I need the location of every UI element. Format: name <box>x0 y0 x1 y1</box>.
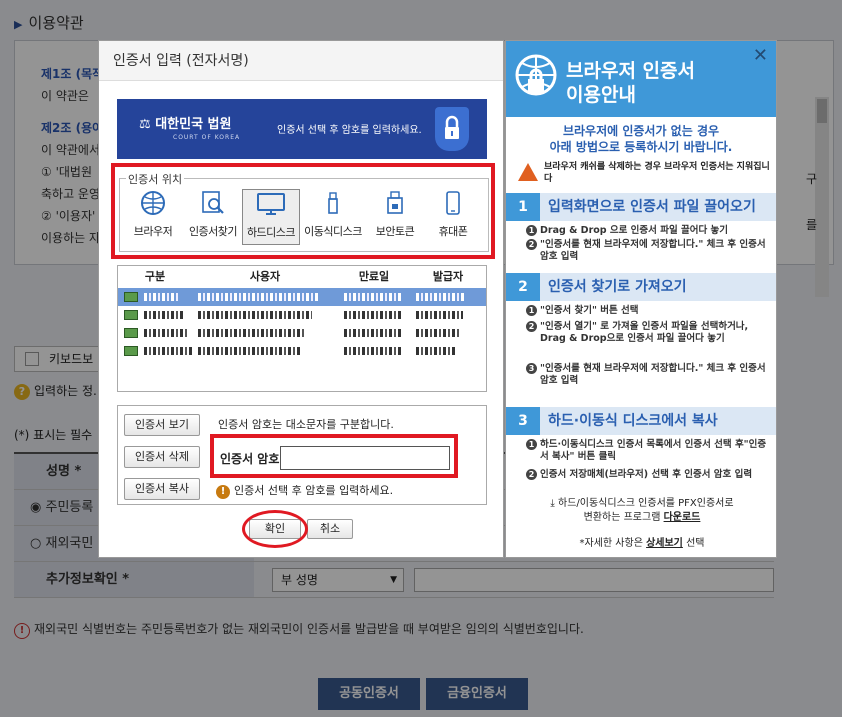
warning-triangle-icon <box>518 163 538 181</box>
masked-cell <box>144 311 184 319</box>
col-header: 구분 <box>144 270 166 283</box>
location-label: 보안토큰 <box>375 225 415 238</box>
location-label: 휴대폰 <box>438 225 468 238</box>
location-globe[interactable]: 브라우저 <box>124 189 182 245</box>
court-banner: ⚖ 대한민국 법원 COURT OF KOREA 인증서 선택 후 암호를 입력… <box>117 99 487 159</box>
location-phone[interactable]: 휴대폰 <box>424 189 482 245</box>
ok-highlight <box>242 510 308 548</box>
pfx-download-note: ⤓ 하드/이동식디스크 인증서를 PFX인증서로 변환하는 프로그램 다운로드 <box>550 498 734 523</box>
masked-cell <box>416 293 466 301</box>
col-header: 만료일 <box>358 270 390 283</box>
cert-globe-icon <box>515 54 557 96</box>
cert-table: 구분 사용자 만료일 발급자 <box>117 265 487 392</box>
masked-cell <box>144 293 180 301</box>
masked-cell <box>144 329 188 337</box>
masked-cell <box>344 293 402 301</box>
monitor-icon <box>243 190 299 218</box>
cert-icon <box>124 292 138 302</box>
phone-icon <box>424 189 482 217</box>
guide-header: 브라우저 인증서 이용안내 ✕ <box>506 41 776 117</box>
delete-cert-button[interactable]: 인증서 삭제 <box>124 446 200 468</box>
warning-icon: ! <box>216 485 230 499</box>
guide-step: 1 하드·이동식디스크 인증서 목록에서 인증서 선택 후"인증서 복사" 버튼 … <box>526 439 770 463</box>
guide-section-2: 2 인증서 찾기로 가져오기 <box>506 273 776 301</box>
location-usb[interactable]: 이동식디스크 <box>304 189 362 245</box>
guide-step: 2 인증서 저장매체(브라우저) 선택 후 인증서 암호 입력 <box>526 469 770 481</box>
view-cert-button[interactable]: 인증서 보기 <box>124 414 200 436</box>
col-header: 발급자 <box>432 270 464 283</box>
case-hint: 인증서 암호는 대소문자를 구분합니다. <box>218 418 394 431</box>
masked-cell <box>416 329 460 337</box>
cert-location-group: 인증서 위치 브라우저 인증서찾기 하드디스크 이동식디스크 보안토큰 휴대폰 <box>119 171 489 252</box>
detail-link[interactable]: 상세보기 <box>646 538 683 549</box>
masked-cell <box>344 347 402 355</box>
court-logo-sub: COURT OF KOREA <box>173 134 241 141</box>
location-label: 인증서찾기 <box>188 225 238 238</box>
guide-section-3: 3 하드·이동식 디스크에서 복사 <box>506 407 776 435</box>
guide-subtitle: 브라우저에 인증서가 없는 경우 아래 방법으로 등록하시기 바랍니다. <box>549 124 733 154</box>
cert-icon <box>124 310 138 320</box>
banner-message: 인증서 선택 후 암호를 입력하세요. <box>277 125 422 136</box>
location-label: 브라우저 <box>133 225 173 238</box>
cert-icon <box>124 346 138 356</box>
cert-row[interactable] <box>118 324 486 342</box>
court-logo: ⚖ 대한민국 법원 <box>139 117 232 132</box>
lock-icon <box>435 107 469 151</box>
location-legend: 인증서 위치 <box>126 171 185 187</box>
masked-cell <box>344 329 402 337</box>
globe-icon <box>124 189 182 217</box>
masked-cell <box>198 329 306 337</box>
guide-step: 2 "인증서 열기" 로 가져올 인증서 파일을 선택하거나, Drag & Dr… <box>526 321 770 345</box>
masked-cell <box>198 293 318 301</box>
location-label: 하드디스크 <box>246 226 296 239</box>
cert-dialog: 인증서 입력 (전자서명) ⚖ 대한민국 법원 COURT OF KOREA 인… <box>98 40 504 558</box>
guide-step: 2 "인증서를 현재 브라우저에 저장합니다." 체크 후 인증서 암호 입력 <box>526 239 770 263</box>
token-icon <box>366 189 424 217</box>
action-box: 인증서 보기 인증서 삭제 인증서 복사 인증서 암호는 대소문자를 구분합니다… <box>117 405 487 505</box>
guide-step: 3 "인증서를 현재 브라우저에 저장합니다." 체크 후 인증서 암호 입력 <box>526 363 770 387</box>
cert-row[interactable] <box>118 288 486 306</box>
browser-cert-guide: 브라우저 인증서 이용안내 ✕ 브라우저에 인증서가 없는 경우 아래 방법으로 등… <box>505 40 777 558</box>
guide-step: 1 "인증서 찾기" 버튼 선택 <box>526 305 770 317</box>
masked-cell <box>144 347 192 355</box>
guide-step: 1 Drag & Drop 으로 인증서 파일 끌어다 놓기 <box>526 225 770 237</box>
location-search-cert[interactable]: 인증서찾기 <box>184 189 242 245</box>
masked-cell <box>344 311 402 319</box>
location-monitor[interactable]: 하드디스크 <box>242 189 300 245</box>
cert-icon <box>124 328 138 338</box>
location-label: 이동식디스크 <box>304 225 362 238</box>
cert-row[interactable] <box>118 342 486 360</box>
location-token[interactable]: 보안토큰 <box>366 189 424 245</box>
copy-cert-button[interactable]: 인증서 복사 <box>124 478 200 500</box>
password-warning: ! 인증서 선택 후 암호를 입력하세요. <box>216 482 393 499</box>
download-link[interactable]: 다운로드 <box>664 512 701 523</box>
masked-cell <box>198 347 300 355</box>
guide-section-1: 1 입력화면으로 인증서 파일 끌어오기 <box>506 193 776 221</box>
cert-row[interactable] <box>118 306 486 324</box>
detail-note: *자세한 사항은 상세보기 선택 <box>579 538 705 549</box>
col-header: 사용자 <box>249 270 281 283</box>
masked-cell <box>416 347 457 355</box>
masked-cell <box>416 311 463 319</box>
search-cert-icon <box>184 189 242 217</box>
cancel-button[interactable]: 취소 <box>307 519 353 539</box>
close-icon[interactable]: ✕ <box>753 45 768 66</box>
usb-icon <box>304 189 362 217</box>
cache-warning: 브라우저 캐쉬를 삭제하는 경우 브라우저 인증서는 지워집니다 <box>514 161 770 185</box>
guide-title: 브라우저 인증서 이용안내 <box>566 60 695 106</box>
password-highlight <box>210 434 458 478</box>
masked-cell <box>198 311 312 319</box>
dialog-title: 인증서 입력 (전자서명) <box>99 41 503 81</box>
